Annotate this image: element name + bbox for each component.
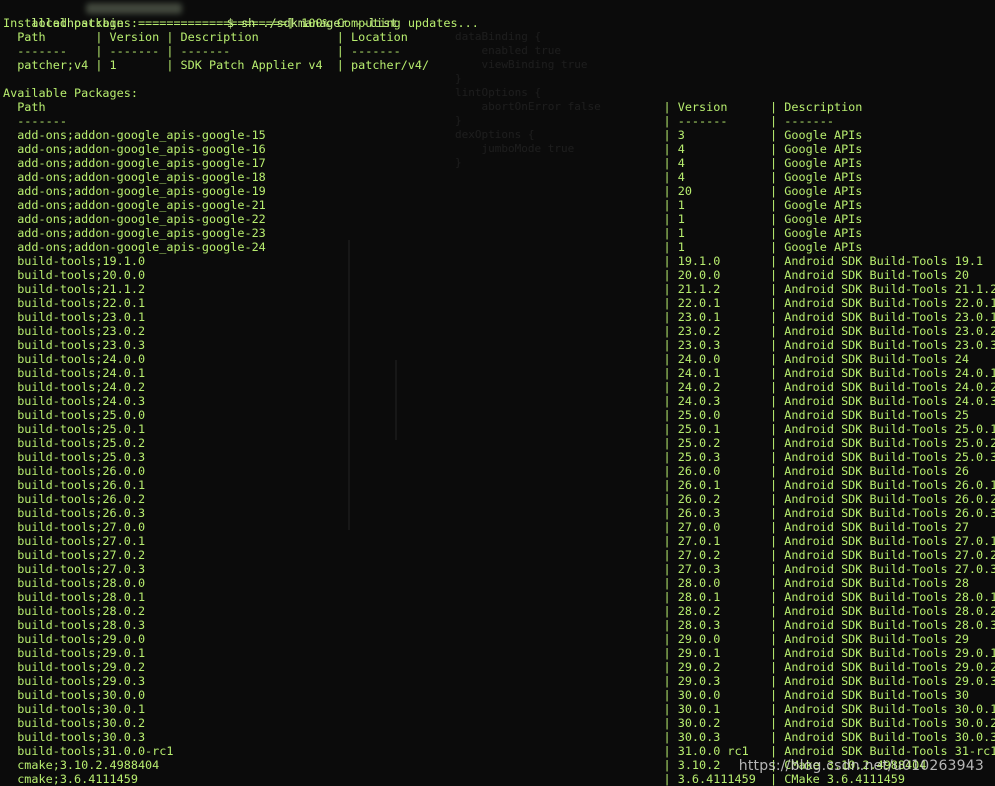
terminal-line: build-tools;28.0.2 | 28.0.2 | Android SD… — [3, 604, 995, 618]
terminal-line: add-ons;addon-google_apis-google-18 | 4 … — [3, 170, 863, 184]
terminal-line: add-ons;addon-google_apis-google-17 | 4 … — [3, 156, 863, 170]
terminal-line: build-tools;23.0.1 | 23.0.1 | Android SD… — [3, 310, 995, 324]
terminal-line: build-tools;27.0.2 | 27.0.2 | Android SD… — [3, 548, 995, 562]
watermark-text: https://blog.csdn.net/u010263943 — [738, 758, 984, 774]
terminal-line: build-tools;24.0.0 | 24.0.0 | Android SD… — [3, 352, 969, 366]
terminal-line: build-tools;28.0.0 | 28.0.0 | Android SD… — [3, 576, 969, 590]
terminal-line: build-tools;20.0.0 | 20.0.0 | Android SD… — [3, 268, 969, 282]
terminal-line: build-tools;29.0.1 | 29.0.1 | Android SD… — [3, 646, 995, 660]
terminal-line: build-tools;24.0.2 | 24.0.2 | Android SD… — [3, 380, 995, 394]
terminal-line: build-tools;23.0.3 | 23.0.3 | Android SD… — [3, 338, 995, 352]
terminal-line: build-tools;25.0.2 | 25.0.2 | Android SD… — [3, 436, 995, 450]
terminal-window[interactable]: dataBinding { enabled true viewBinding t… — [0, 0, 995, 786]
terminal-line: Path | Version | Description | Location — [3, 30, 408, 44]
terminal-line: build-tools;30.0.1 | 30.0.1 | Android SD… — [3, 702, 995, 716]
terminal-line: patcher;v4 | 1 | SDK Patch Applier v4 | … — [3, 58, 430, 72]
terminal-line: build-tools;22.0.1 | 22.0.1 | Android SD… — [3, 296, 995, 310]
terminal-line: build-tools;23.0.2 | 23.0.2 | Android SD… — [3, 324, 995, 338]
terminal-line: Installed packages:=====================… — [3, 16, 479, 30]
terminal-line: build-tools;27.0.1 | 27.0.1 | Android SD… — [3, 534, 995, 548]
terminal-line: build-tools;27.0.3 | 27.0.3 | Android SD… — [3, 562, 995, 576]
terminal-line: add-ons;addon-google_apis-google-21 | 1 … — [3, 198, 863, 212]
terminal-line: build-tools;25.0.1 | 25.0.1 | Android SD… — [3, 422, 995, 436]
terminal-line: build-tools;26.0.2 | 26.0.2 | Android SD… — [3, 492, 995, 506]
terminal-line: build-tools;30.0.3 | 30.0.3 | Android SD… — [3, 730, 995, 744]
terminal-line: add-ons;addon-google_apis-google-23 | 1 … — [3, 226, 863, 240]
redacted-username-blur — [86, 3, 182, 14]
terminal-line: cmake;3.6.4111459 | 3.6.4111459 | CMake … — [3, 772, 905, 786]
terminal-line: build-tools;28.0.3 | 28.0.3 | Android SD… — [3, 618, 995, 632]
terminal-line: build-tools;19.1.0 | 19.1.0 | Android SD… — [3, 254, 984, 268]
terminal-line: build-tools;29.0.2 | 29.0.2 | Android SD… — [3, 660, 995, 674]
terminal-line: build-tools;25.0.3 | 25.0.3 | Android SD… — [3, 450, 995, 464]
terminal-line: add-ons;addon-google_apis-google-24 | 1 … — [3, 240, 863, 254]
terminal-line: add-ons;addon-google_apis-google-22 | 1 … — [3, 212, 863, 226]
terminal-line: build-tools;25.0.0 | 25.0.0 | Android SD… — [3, 408, 969, 422]
terminal-line: build-tools;26.0.0 | 26.0.0 | Android SD… — [3, 464, 969, 478]
terminal-line: Path | Version | Description — [3, 100, 863, 114]
terminal-line: ------- | ------- | ------- — [3, 114, 834, 128]
terminal-line: build-tools;31.0.0-rc1 | 31.0.0 rc1 | An… — [3, 744, 995, 758]
terminal-line: ------- | ------- | ------- | ------- — [3, 44, 401, 58]
terminal-line: build-tools;24.0.3 | 24.0.3 | Android SD… — [3, 394, 995, 408]
terminal-line: Available Packages: — [3, 86, 138, 100]
terminal-line: build-tools;30.0.0 | 30.0.0 | Android SD… — [3, 688, 969, 702]
terminal-line: build-tools;27.0.0 | 27.0.0 | Android SD… — [3, 520, 969, 534]
terminal-line: build-tools;26.0.1 | 26.0.1 | Android SD… — [3, 478, 995, 492]
terminal-line: add-ons;addon-google_apis-google-16 | 4 … — [3, 142, 863, 156]
terminal-line: build-tools;28.0.1 | 28.0.1 | Android SD… — [3, 590, 995, 604]
terminal-line: add-ons;addon-google_apis-google-19 | 20… — [3, 184, 863, 198]
terminal-line: build-tools;29.0.0 | 29.0.0 | Android SD… — [3, 632, 969, 646]
terminal-line: build-tools;21.1.2 | 21.1.2 | Android SD… — [3, 282, 995, 296]
terminal-line: build-tools;26.0.3 | 26.0.3 | Android SD… — [3, 506, 995, 520]
terminal-line: build-tools;29.0.3 | 29.0.3 | Android SD… — [3, 674, 995, 688]
terminal-line: build-tools;24.0.1 | 24.0.1 | Android SD… — [3, 366, 995, 380]
terminal-line: build-tools;30.0.2 | 30.0.2 | Android SD… — [3, 716, 995, 730]
prompt-line: localhost:bin $ sh ./sdkmanager --list — [3, 2, 397, 30]
terminal-line: add-ons;addon-google_apis-google-15 | 3 … — [3, 128, 863, 142]
